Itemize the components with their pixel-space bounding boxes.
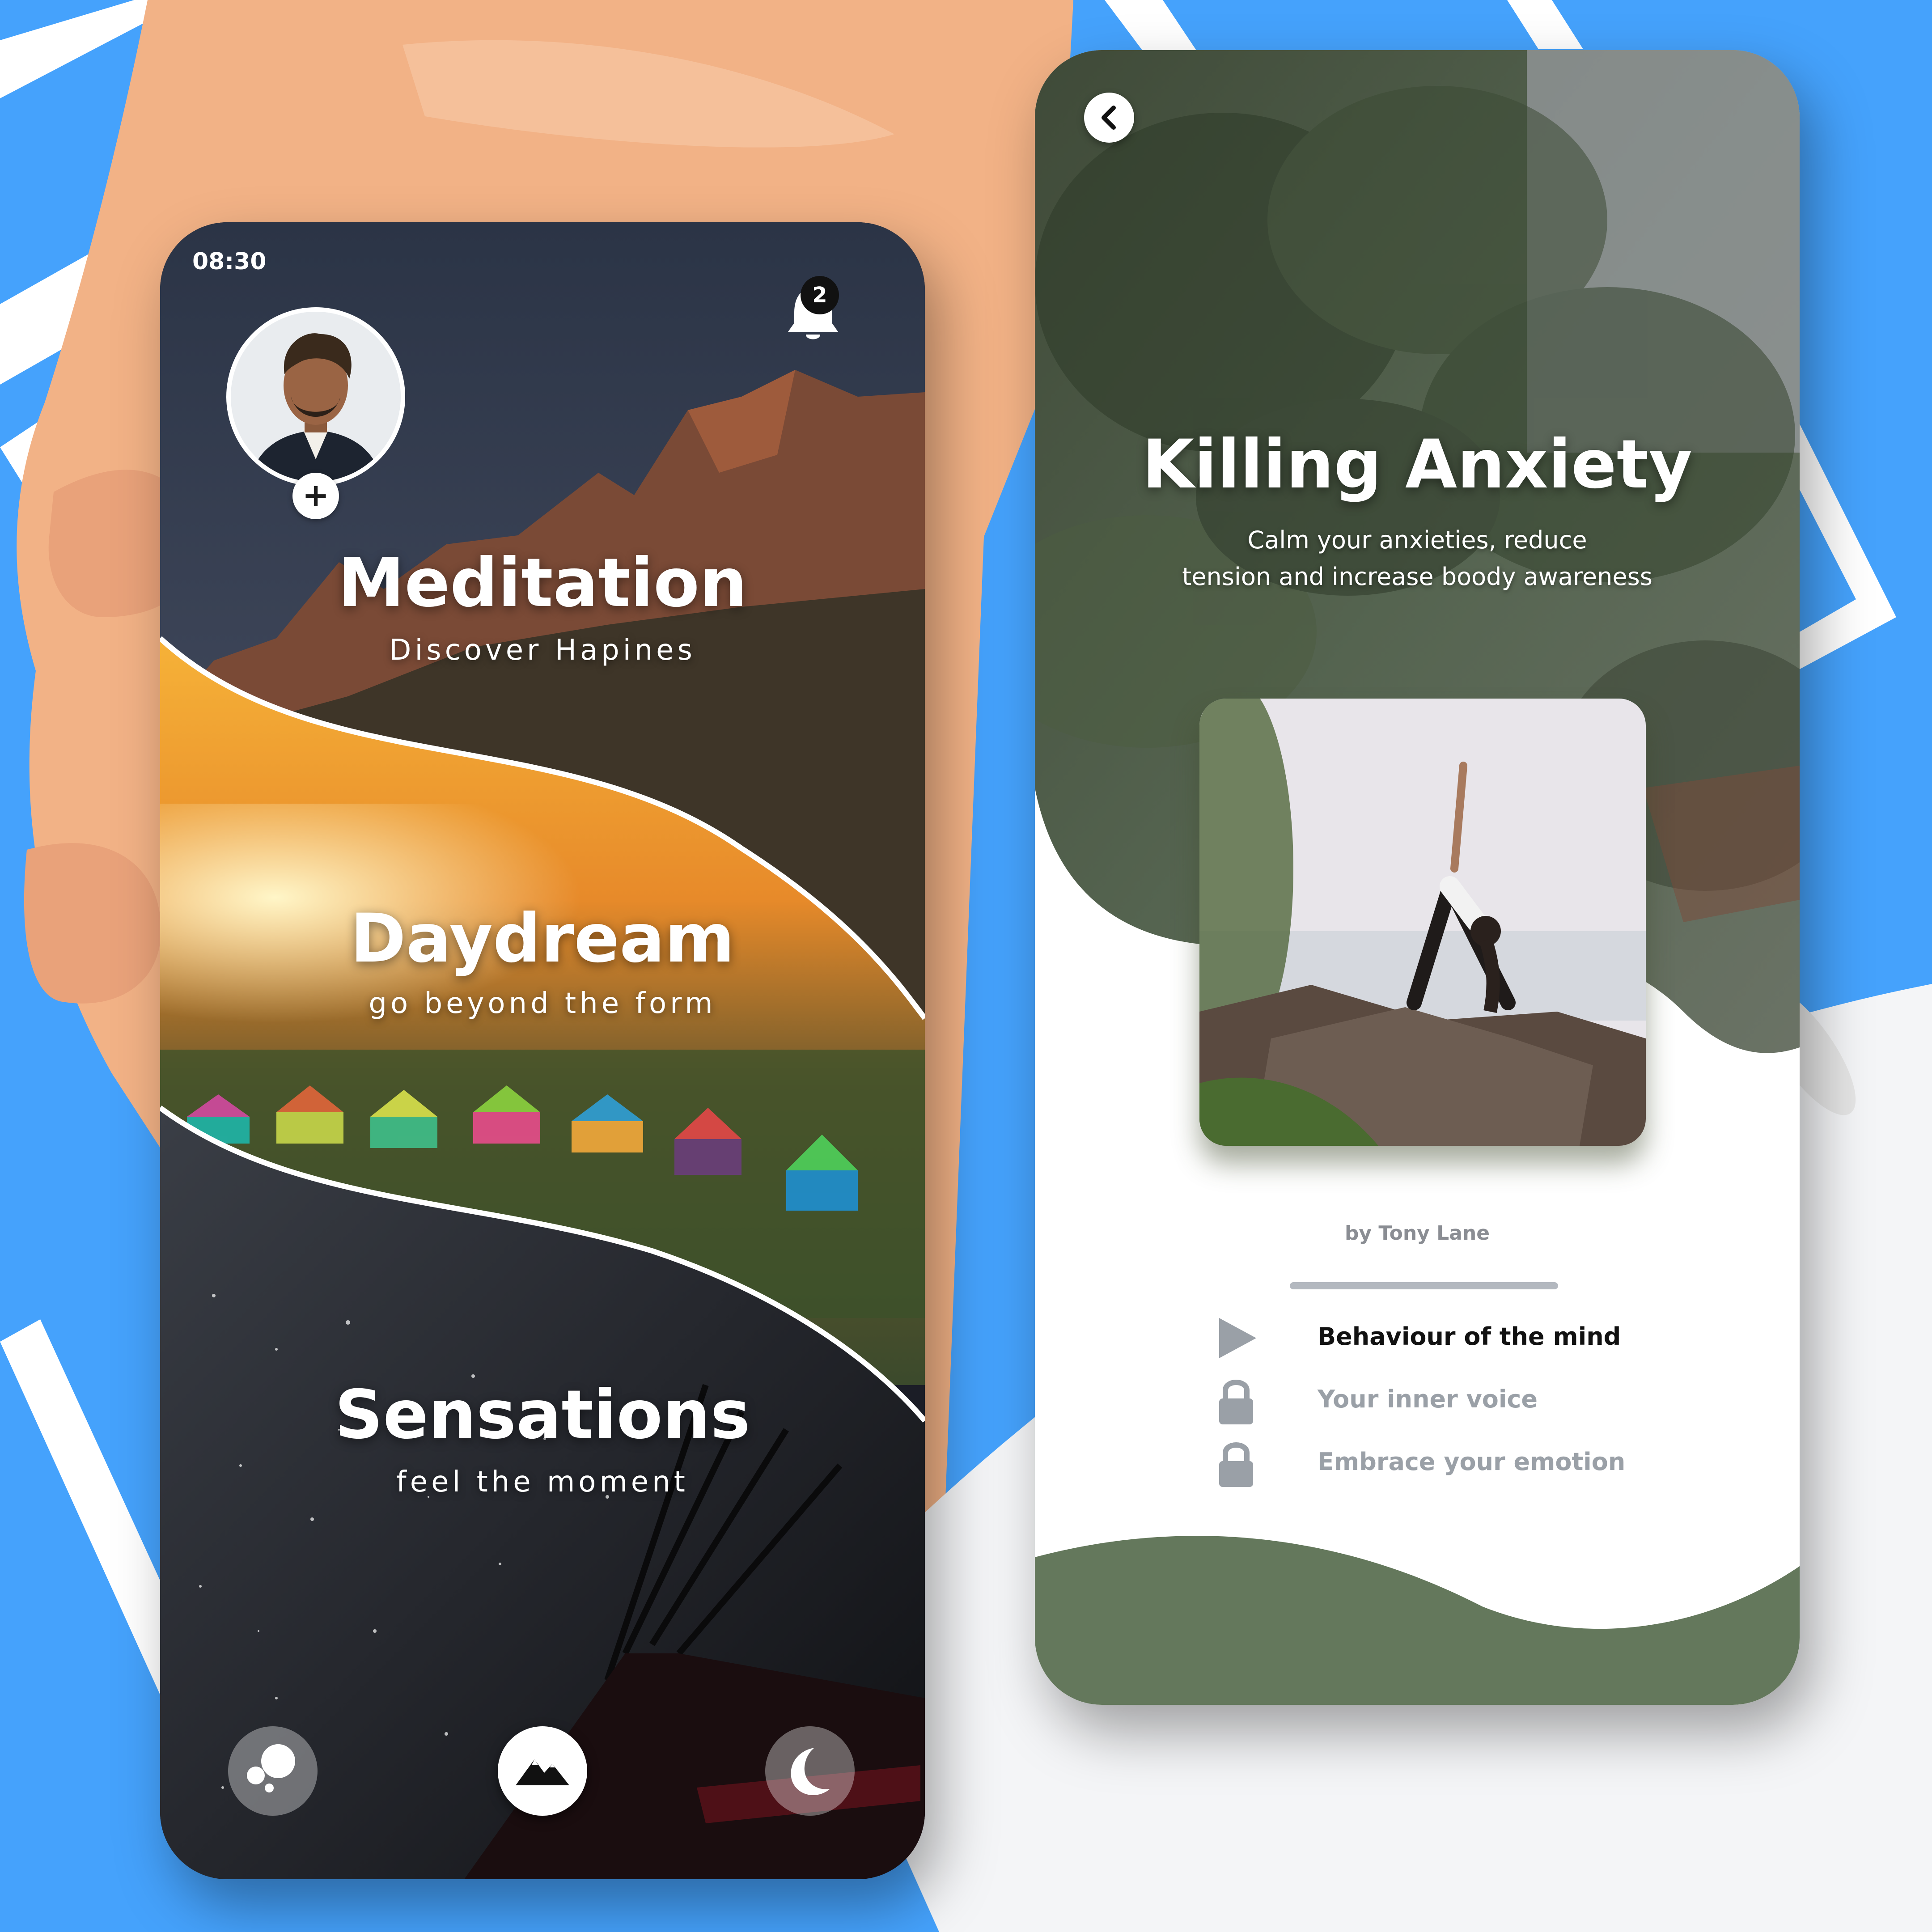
plus-icon: + bbox=[302, 476, 330, 514]
page-description: Calm your anxieties, reduce tension and … bbox=[1035, 522, 1800, 595]
section-subtitle-daydream: go beyond the form bbox=[369, 987, 716, 1020]
chevron-left-icon bbox=[1102, 106, 1116, 130]
nav-mountains-button[interactable] bbox=[498, 1726, 587, 1816]
lesson-label: Embrace your emotion bbox=[1318, 1448, 1626, 1476]
detail-screen: Killing Anxiety Calm your anxieties, red… bbox=[1035, 50, 1800, 1705]
lesson-item[interactable]: Behaviour of the mind bbox=[1035, 1313, 1800, 1363]
section-subtitle-meditation: Discover Hapines bbox=[389, 634, 696, 667]
lock-icon bbox=[1219, 1380, 1253, 1424]
description-line: tension and increase boody awareness bbox=[1182, 563, 1652, 591]
lesson-item[interactable]: Your inner voice bbox=[1035, 1376, 1800, 1425]
play-icon bbox=[1219, 1318, 1256, 1358]
avatar-photo bbox=[231, 312, 401, 482]
back-button[interactable] bbox=[1084, 93, 1134, 143]
lesson-label: Behaviour of the mind bbox=[1318, 1322, 1621, 1351]
section-title-daydream[interactable]: Daydream bbox=[160, 900, 925, 978]
add-avatar-button[interactable]: + bbox=[292, 473, 339, 519]
nav-moon-button[interactable] bbox=[765, 1726, 855, 1816]
notification-badge: 2 bbox=[801, 276, 839, 314]
section-title-sensations[interactable]: Sensations bbox=[160, 1376, 925, 1454]
progress-bar bbox=[1290, 1282, 1558, 1289]
session-image-card[interactable] bbox=[1199, 699, 1646, 1146]
lesson-label: Your inner voice bbox=[1318, 1385, 1538, 1413]
section-subtitle-sensations: feel the moment bbox=[396, 1466, 689, 1499]
mountains-icon bbox=[516, 1759, 569, 1785]
lock-icon bbox=[1219, 1442, 1253, 1487]
moon-icon bbox=[791, 1748, 830, 1795]
author-label: by Tony Lane bbox=[1344, 1222, 1490, 1245]
home-screen: 08:30 + 2 Meditation Discover Hapines Da… bbox=[160, 222, 925, 1879]
description-line: Calm your anxieties, reduce bbox=[1247, 526, 1587, 554]
avatar[interactable] bbox=[226, 307, 405, 486]
page-title: Killing Anxiety bbox=[1142, 426, 1693, 504]
nav-bubbles-button[interactable] bbox=[228, 1726, 318, 1816]
bubbles-icon bbox=[247, 1744, 295, 1792]
status-time: 08:30 bbox=[192, 248, 267, 275]
lesson-item[interactable]: Embrace your emotion bbox=[1035, 1439, 1800, 1488]
section-title-meditation[interactable]: Meditation bbox=[160, 544, 925, 622]
yoga-photo bbox=[1199, 699, 1646, 1146]
